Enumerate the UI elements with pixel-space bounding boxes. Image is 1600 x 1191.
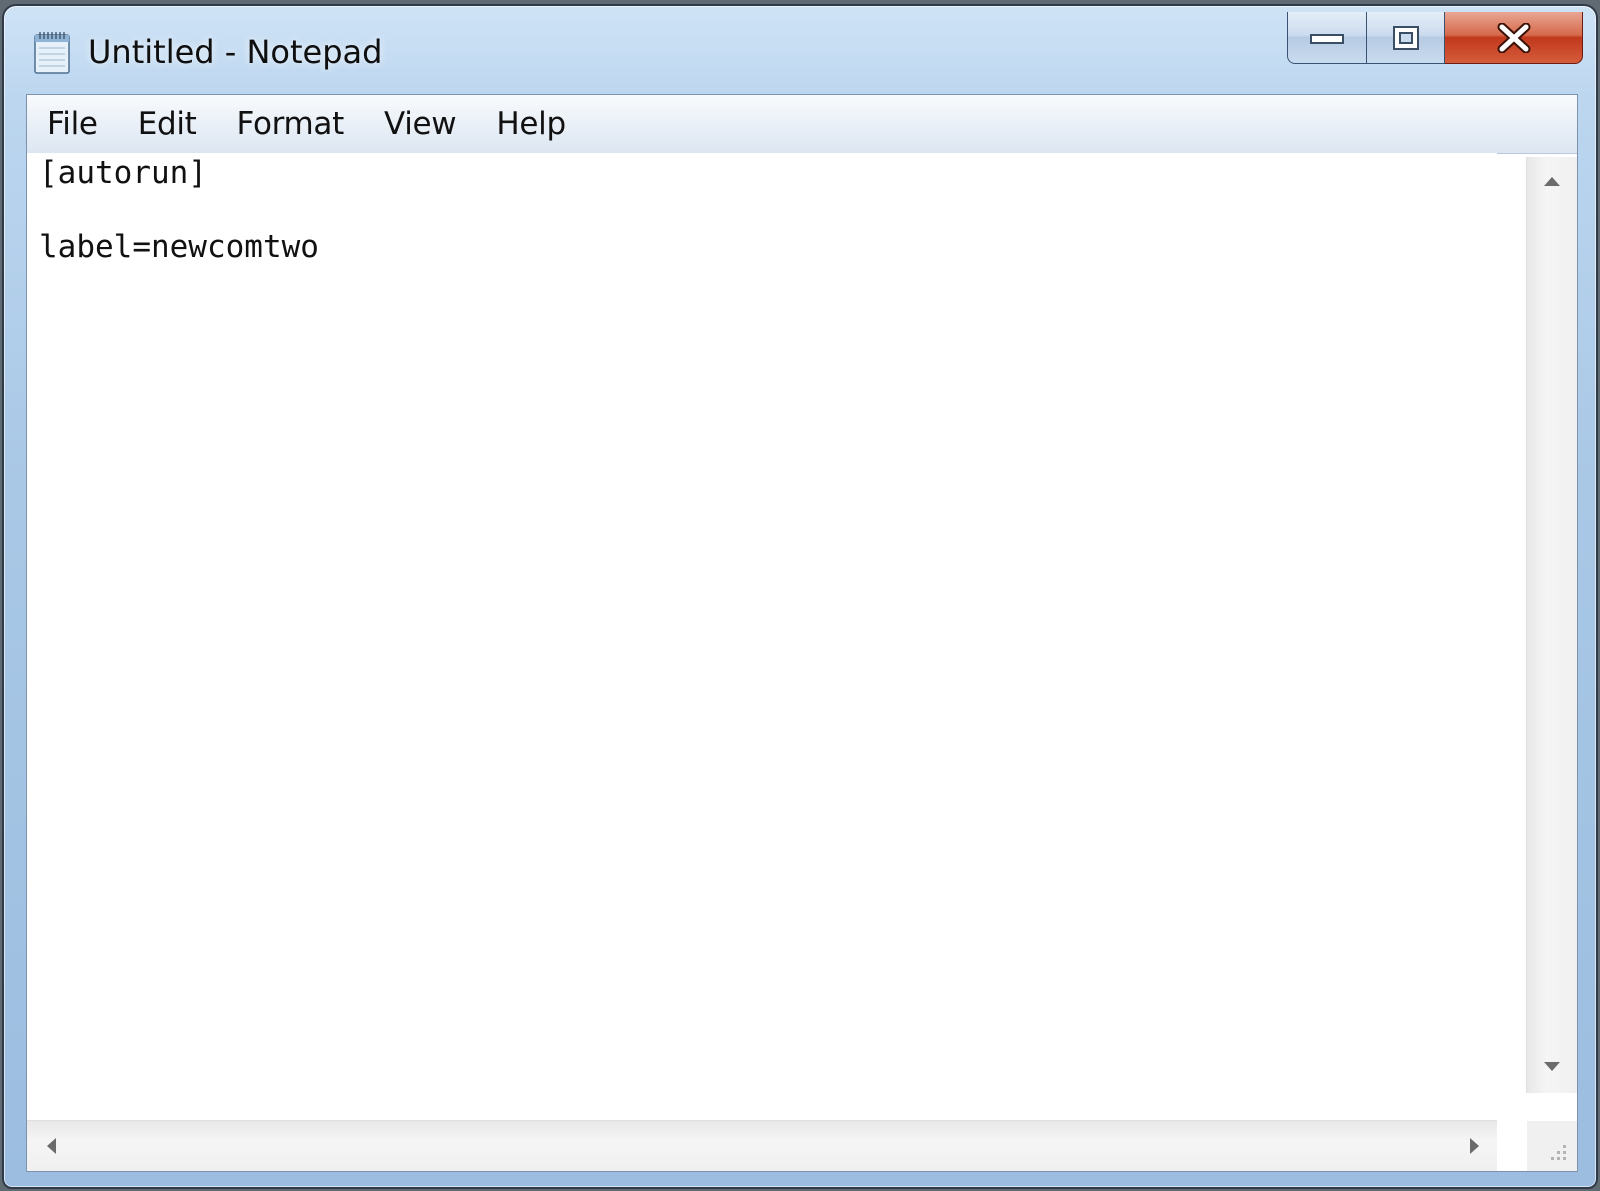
- minimize-icon: [1310, 33, 1344, 44]
- horizontal-scrollbar[interactable]: [27, 1120, 1497, 1171]
- menu-view[interactable]: View: [364, 95, 476, 153]
- menu-help[interactable]: Help: [476, 95, 585, 153]
- client-area: File Edit Format View Help [autorun] lab…: [26, 94, 1578, 1172]
- close-button[interactable]: [1445, 12, 1583, 64]
- title-bar[interactable]: Untitled - Notepad: [4, 6, 1596, 94]
- size-grip[interactable]: [1527, 1121, 1577, 1171]
- text-editor[interactable]: [autorun] label=newcomtwo: [27, 153, 1497, 1089]
- maximize-button[interactable]: [1367, 12, 1445, 64]
- notepad-icon: [34, 32, 70, 74]
- scroll-up-arrow-icon[interactable]: [1544, 177, 1560, 186]
- scroll-right-arrow-icon[interactable]: [1470, 1138, 1479, 1154]
- close-icon: [1497, 22, 1530, 53]
- menu-edit[interactable]: Edit: [118, 95, 217, 153]
- resize-grip-icon: [1551, 1145, 1566, 1160]
- window-title: Untitled - Notepad: [88, 33, 383, 71]
- notepad-window: Untitled - Notepad File Edit Format View…: [2, 4, 1598, 1189]
- menu-bar: File Edit Format View Help: [27, 95, 1577, 154]
- menu-file[interactable]: File: [27, 95, 118, 153]
- editor-line-1: [autorun]: [39, 155, 207, 191]
- minimize-button[interactable]: [1287, 12, 1367, 64]
- scroll-left-arrow-icon[interactable]: [47, 1138, 56, 1154]
- vertical-scrollbar[interactable]: [1526, 157, 1577, 1093]
- menu-format[interactable]: Format: [217, 95, 364, 153]
- editor-line-2: label=newcomtwo: [39, 229, 319, 265]
- restore-icon: [1392, 25, 1419, 50]
- scroll-down-arrow-icon[interactable]: [1544, 1062, 1560, 1071]
- caption-buttons: [1287, 12, 1583, 68]
